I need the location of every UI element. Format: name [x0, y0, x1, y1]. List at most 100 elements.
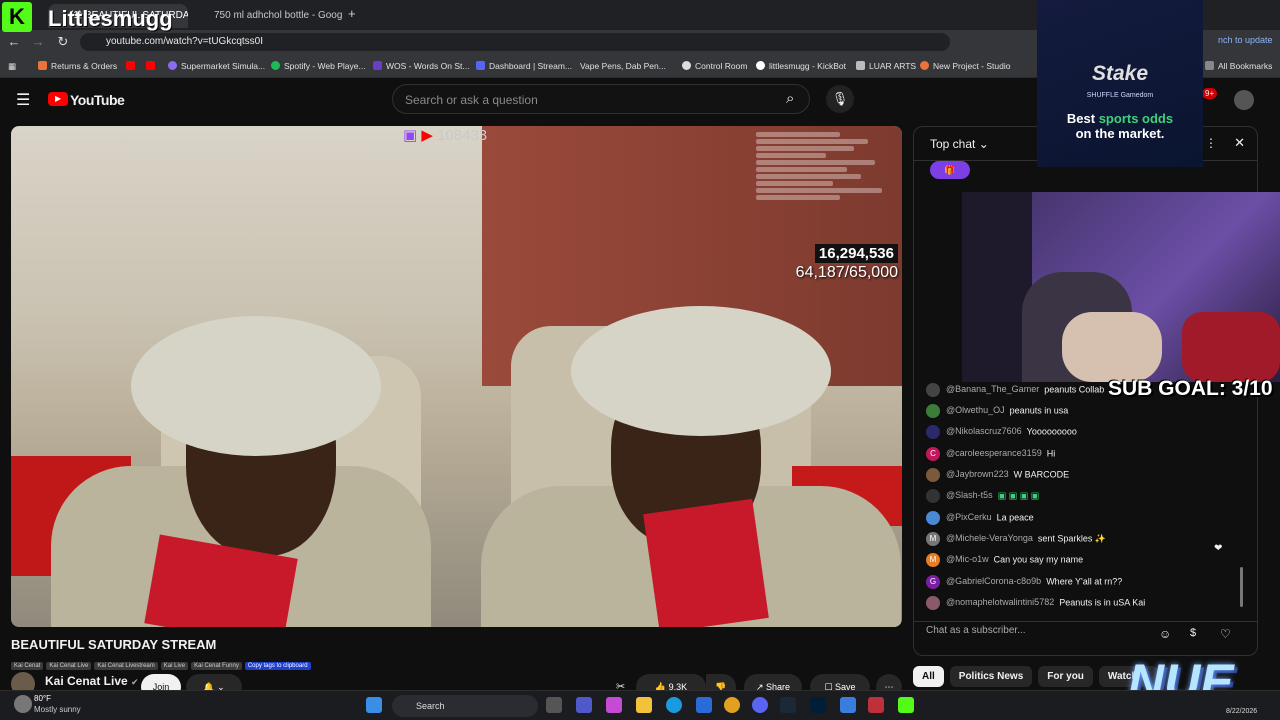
chat-avatar	[926, 383, 940, 397]
chat-input[interactable]: Chat as a subscriber...	[926, 625, 1156, 636]
chat-avatar	[926, 511, 940, 525]
tab-google[interactable]: 750 ml adhchol bottle - Google	[192, 4, 342, 28]
tag[interactable]: Kai Cenat Livestream	[94, 662, 158, 670]
taskbar: 80°F Mostly sunny Search 8/22/2026	[0, 690, 1280, 720]
apps-icon[interactable]: ▦	[8, 61, 16, 72]
chat-avatar	[926, 468, 940, 482]
chip-all[interactable]: All	[913, 666, 944, 687]
bookmark-supermarket[interactable]: Supermarket Simula...	[168, 61, 265, 71]
bookmark-dashboard[interactable]: Dashboard | Stream...	[476, 61, 572, 71]
chat-message: @PixCerku La peace	[926, 511, 1034, 531]
reload-icon[interactable]: ↻	[55, 34, 71, 50]
super-chat-icon[interactable]: $	[1190, 627, 1196, 639]
tag[interactable]: Kai Cenat Funny	[191, 662, 242, 670]
explorer-icon[interactable]	[636, 697, 652, 713]
video-title: BEAUTIFUL SATURDAY STREAM	[11, 637, 217, 652]
chat-avatar: G	[926, 575, 940, 589]
top-chat-dropdown[interactable]: Top chat ⌄	[930, 137, 989, 151]
youtube-logo-text[interactable]: YouTube	[70, 92, 125, 108]
bookmark-vape[interactable]: Vape Pens, Dab Pen...	[580, 61, 666, 71]
chat-avatar	[926, 489, 940, 503]
steam-icon[interactable]	[780, 697, 796, 713]
chat-message: @nomaphelotwalintini5782 Peanuts is in uS…	[926, 596, 1145, 616]
video-person-right-scarf	[643, 498, 769, 627]
kick-icon[interactable]	[898, 697, 914, 713]
goal-overlay: 64,187/65,000	[795, 264, 898, 281]
chat-scrollbar[interactable]	[1240, 567, 1243, 607]
sponsor-ad-overlay: Stake SHUFFLE Gamedom Best sports odds o…	[1037, 0, 1203, 167]
weather-icon	[14, 695, 32, 713]
close-icon[interactable]: ✕	[1234, 135, 1245, 151]
kick-logo-icon: K	[2, 2, 32, 32]
bookmark-studio[interactable]: New Project - Studio	[920, 61, 1010, 71]
copilot-icon[interactable]	[606, 697, 622, 713]
update-button[interactable]: nch to update	[1218, 35, 1273, 45]
video-player[interactable]: ▣ ▶ 108433 16,294,536 64,187/65,000	[11, 126, 902, 627]
bookmark-returns[interactable]: Returns & Orders	[38, 61, 117, 71]
chat-message: @Olwethu_OJ peanuts in usa	[926, 404, 1068, 424]
bookmark-wos[interactable]: WOS - Words On St...	[373, 61, 469, 71]
microphone-icon[interactable]: 🎙	[826, 85, 854, 113]
search-input[interactable]: Search or ask a question	[392, 84, 810, 114]
menu-icon[interactable]: ☰	[16, 90, 30, 110]
sub-goal-overlay: SUB GOAL: 3/10	[1108, 377, 1273, 400]
chat-message: C @caroleesperance3159 Hi	[926, 447, 1055, 467]
emoji-icon[interactable]: ☺	[1159, 627, 1171, 641]
weather-temp[interactable]: 80°F	[34, 694, 51, 703]
search-icon[interactable]: ⌕	[786, 90, 794, 107]
task-view-icon[interactable]	[546, 697, 562, 713]
new-tab-button[interactable]: +	[348, 6, 356, 21]
chip-for-you[interactable]: For you	[1038, 666, 1093, 687]
notification-badge[interactable]: 9+	[1202, 88, 1218, 99]
start-icon[interactable]	[366, 697, 382, 713]
bookmark-control-room[interactable]: Control Room	[682, 61, 747, 71]
youtube-bookmark-icon-2[interactable]	[146, 61, 159, 71]
notepad-icon[interactable]	[840, 697, 856, 713]
more-icon[interactable]: ⋮	[1205, 136, 1217, 150]
heart-icon[interactable]: ♡	[1220, 627, 1231, 641]
chat-message: @Banana_The_Gamer peanuts Collab	[926, 383, 1104, 403]
back-icon[interactable]: ←	[6, 34, 22, 50]
weather-text[interactable]: Mostly sunny	[34, 705, 81, 714]
chat-message: M @Mic-o1w Can you say my name	[926, 553, 1083, 573]
youtube-bookmark-icon[interactable]	[126, 61, 139, 71]
chrome-icon[interactable]	[724, 697, 740, 713]
edge-icon[interactable]	[666, 697, 682, 713]
chat-avatar	[926, 404, 940, 418]
teams-icon[interactable]	[576, 697, 592, 713]
chat-message: M @Michele-VeraYonga sent Sparkles ✨	[926, 532, 1106, 552]
app-icon[interactable]	[868, 697, 884, 713]
account-avatar[interactable]	[1234, 90, 1254, 110]
chat-avatar: C	[926, 447, 940, 461]
bookmark-kickbot[interactable]: littlesmugg - KickBot	[756, 61, 846, 71]
chat-message: @Jaybrown223 W BARCODE	[926, 468, 1069, 488]
chat-message: @Slash-t5s ▣ ▣ ▣ ▣	[926, 489, 1039, 509]
taskbar-date[interactable]: 8/22/2026	[1226, 708, 1257, 715]
chat-avatar	[926, 425, 940, 439]
tag[interactable]: Kai Live	[160, 662, 189, 670]
tag[interactable]: Kai Cenat	[11, 662, 44, 670]
channel-name[interactable]: Kai Cenat Live ✔	[45, 674, 139, 688]
sub-count-overlay: 16,294,536	[814, 244, 898, 263]
webcam-overlay	[962, 192, 1280, 382]
all-bookmarks[interactable]: All Bookmarks	[1205, 61, 1272, 71]
gift-icon[interactable]: 🎁	[930, 161, 970, 179]
discord-icon[interactable]	[752, 697, 768, 713]
bookmark-spotify[interactable]: Spotify - Web Playe...	[271, 61, 366, 71]
chat-avatar: M	[926, 553, 940, 567]
video-person-right-hat	[571, 306, 831, 436]
viewer-count: ▣ ▶ 108433	[403, 127, 488, 144]
cam-person-icon	[1062, 312, 1162, 382]
stream-chat-overlay	[756, 130, 896, 225]
tag[interactable]: Kai Cenat Live	[46, 662, 92, 670]
bookmark-luar[interactable]: LUAR ARTS	[856, 61, 916, 71]
taskbar-search[interactable]: Search	[392, 695, 538, 717]
youtube-logo-icon[interactable]: ▶	[48, 92, 68, 106]
photoshop-icon[interactable]	[810, 697, 826, 713]
chip-politics[interactable]: Politics News	[949, 666, 1033, 687]
store-icon[interactable]	[696, 697, 712, 713]
video-person-left-hat	[131, 316, 381, 456]
copy-tags-button[interactable]: Copy tags to clipboard	[244, 662, 311, 670]
url-field[interactable]: youtube.com/watch?v=tUGkcqtss0I	[80, 33, 950, 51]
forward-icon[interactable]: →	[30, 34, 46, 50]
